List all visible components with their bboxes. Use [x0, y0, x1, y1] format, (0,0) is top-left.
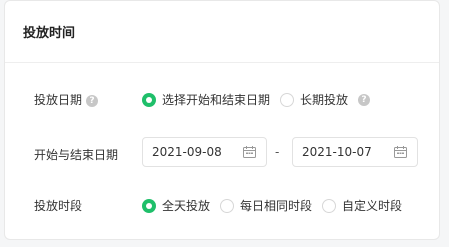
radio-select-dates[interactable]: 选择开始和结束日期 — [142, 91, 270, 108]
date-range-label: 开始与结束日期 — [34, 148, 119, 162]
radio-custom-slot[interactable]: 自定义时段 — [322, 197, 402, 214]
radio-unselected-icon[interactable] — [280, 92, 295, 107]
radio-unselected-icon[interactable] — [322, 198, 337, 213]
start-date-input[interactable]: 2021-09-08 — [142, 137, 267, 167]
card-header: 投放时间 — [5, 1, 439, 63]
end-date-input[interactable]: 2021-10-07 — [292, 137, 418, 167]
delivery-date-radio-group: 选择开始和结束日期 长期投放 ? — [142, 91, 371, 108]
calendar-icon[interactable] — [243, 146, 256, 158]
radio-same-daily[interactable]: 每日相同时段 — [220, 197, 312, 214]
delivery-time-card: 投放时间 投放日期? 选择开始和结束日期 长期投放 ? 开始与结束日期 2021… — [4, 0, 440, 240]
calendar-icon[interactable] — [394, 146, 407, 158]
radio-unselected-icon[interactable] — [220, 198, 235, 213]
radio-selected-icon[interactable] — [142, 198, 156, 213]
radio-all-day[interactable]: 全天投放 — [142, 197, 210, 214]
date-range-separator: - — [275, 145, 280, 159]
delivery-date-label: 投放日期? — [34, 91, 99, 108]
question-mark-icon[interactable]: ? — [86, 95, 99, 107]
radio-long-term[interactable]: 长期投放 ? — [280, 91, 371, 108]
time-slot-label: 投放时段 — [34, 199, 83, 213]
card-title: 投放时间 — [23, 26, 76, 41]
time-slot-radio-group: 全天投放 每日相同时段 自定义时段 — [142, 197, 402, 214]
question-mark-icon[interactable]: ? — [358, 93, 371, 106]
radio-selected-icon[interactable] — [142, 92, 156, 107]
